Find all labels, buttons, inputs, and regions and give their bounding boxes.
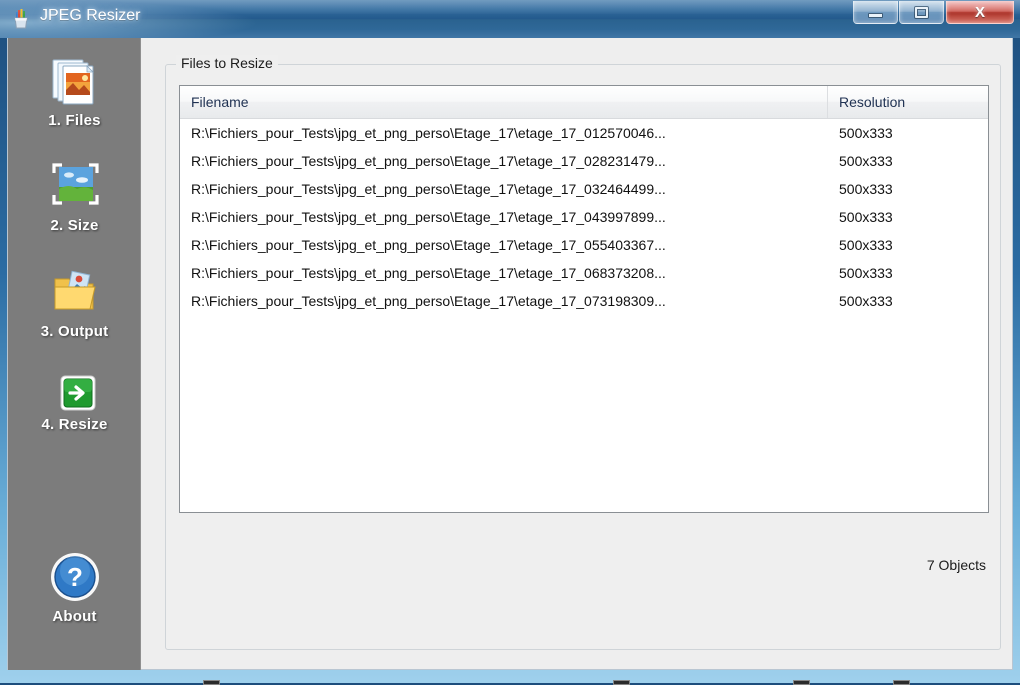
group-title: Files to Resize [176, 55, 278, 71]
svg-text:?: ? [67, 562, 83, 592]
cell-filename: R:\Fichiers_pour_Tests\jpg_et_png_perso\… [191, 237, 666, 253]
output-folder-icon [43, 265, 107, 319]
app-window: JPEG Resizer X 1. Files 2. Size 3. Outpu… [0, 0, 1020, 685]
sidebar-label-resize: 4. Resize [41, 416, 108, 433]
table-row[interactable]: R:\Fichiers_pour_Tests\jpg_et_png_perso\… [180, 231, 988, 259]
cell-resolution: 500x333 [839, 153, 893, 169]
cell-filename: R:\Fichiers_pour_Tests\jpg_et_png_perso\… [191, 181, 666, 197]
column-header-resolution[interactable]: Resolution [828, 86, 988, 118]
objects-count-label: 7 Objects [926, 557, 986, 573]
column-header-filename[interactable]: Filename [180, 86, 828, 118]
title-bar[interactable]: JPEG Resizer X [0, 0, 1020, 38]
maximize-icon [915, 6, 928, 18]
table-row[interactable]: R:\Fichiers_pour_Tests\jpg_et_png_perso\… [180, 287, 988, 315]
sidebar-label-output: 3. Output [40, 323, 109, 340]
sidebar-item-size[interactable]: 2. Size [8, 159, 141, 234]
files-to-resize-group: Files to Resize Filename Resolution R:\F… [165, 55, 1001, 685]
photo-stack-icon [43, 54, 107, 108]
minimize-button[interactable] [853, 1, 898, 24]
table-row[interactable]: R:\Fichiers_pour_Tests\jpg_et_png_perso\… [180, 119, 988, 147]
cell-resolution: 500x333 [839, 125, 893, 141]
window-title: JPEG Resizer [40, 7, 141, 24]
close-button[interactable]: X [946, 1, 1014, 24]
sidebar-label-size: 2. Size [50, 217, 99, 234]
cell-filename: R:\Fichiers_pour_Tests\jpg_et_png_perso\… [191, 209, 666, 225]
landscape-photo-icon [43, 159, 107, 213]
green-arrow-icon [43, 374, 107, 412]
table-row[interactable]: R:\Fichiers_pour_Tests\jpg_et_png_perso\… [180, 203, 988, 231]
listview-header: Filename Resolution [180, 86, 988, 119]
table-row[interactable]: R:\Fichiers_pour_Tests\jpg_et_png_perso\… [180, 147, 988, 175]
close-icon: X [974, 3, 985, 21]
cell-resolution: 500x333 [839, 181, 893, 197]
listview-body: R:\Fichiers_pour_Tests\jpg_et_png_perso\… [180, 119, 988, 315]
cell-filename: R:\Fichiers_pour_Tests\jpg_et_png_perso\… [191, 293, 666, 309]
question-mark-icon: ? [43, 550, 107, 604]
files-listview[interactable]: Filename Resolution R:\Fichiers_pour_Tes… [179, 85, 989, 513]
cell-resolution: 500x333 [839, 237, 893, 253]
minimize-icon [868, 13, 883, 18]
sidebar-label-about: About [52, 608, 97, 625]
cell-resolution: 500x333 [839, 265, 893, 281]
sidebar-item-about[interactable]: ? About [8, 550, 141, 625]
cell-resolution: 500x333 [839, 293, 893, 309]
cell-filename: R:\Fichiers_pour_Tests\jpg_et_png_perso\… [191, 153, 666, 169]
sidebar-item-resize[interactable]: 4. Resize [8, 374, 141, 433]
sidebar: 1. Files 2. Size 3. Output 4. Resize ? A… [8, 38, 141, 670]
caption-button-group: X [852, 1, 1014, 27]
sidebar-item-output[interactable]: 3. Output [8, 265, 141, 340]
cell-filename: R:\Fichiers_pour_Tests\jpg_et_png_perso\… [191, 125, 666, 141]
cell-resolution: 500x333 [839, 209, 893, 225]
table-row[interactable]: R:\Fichiers_pour_Tests\jpg_et_png_perso\… [180, 259, 988, 287]
cell-filename: R:\Fichiers_pour_Tests\jpg_et_png_perso\… [191, 265, 666, 281]
maximize-button[interactable] [899, 1, 944, 24]
pencil-cup-icon [10, 8, 32, 30]
client-area: 1. Files 2. Size 3. Output 4. Resize ? A… [7, 38, 1013, 685]
sidebar-item-files[interactable]: 1. Files [8, 54, 141, 129]
sidebar-label-files: 1. Files [48, 112, 101, 129]
table-row[interactable]: R:\Fichiers_pour_Tests\jpg_et_png_perso\… [180, 175, 988, 203]
